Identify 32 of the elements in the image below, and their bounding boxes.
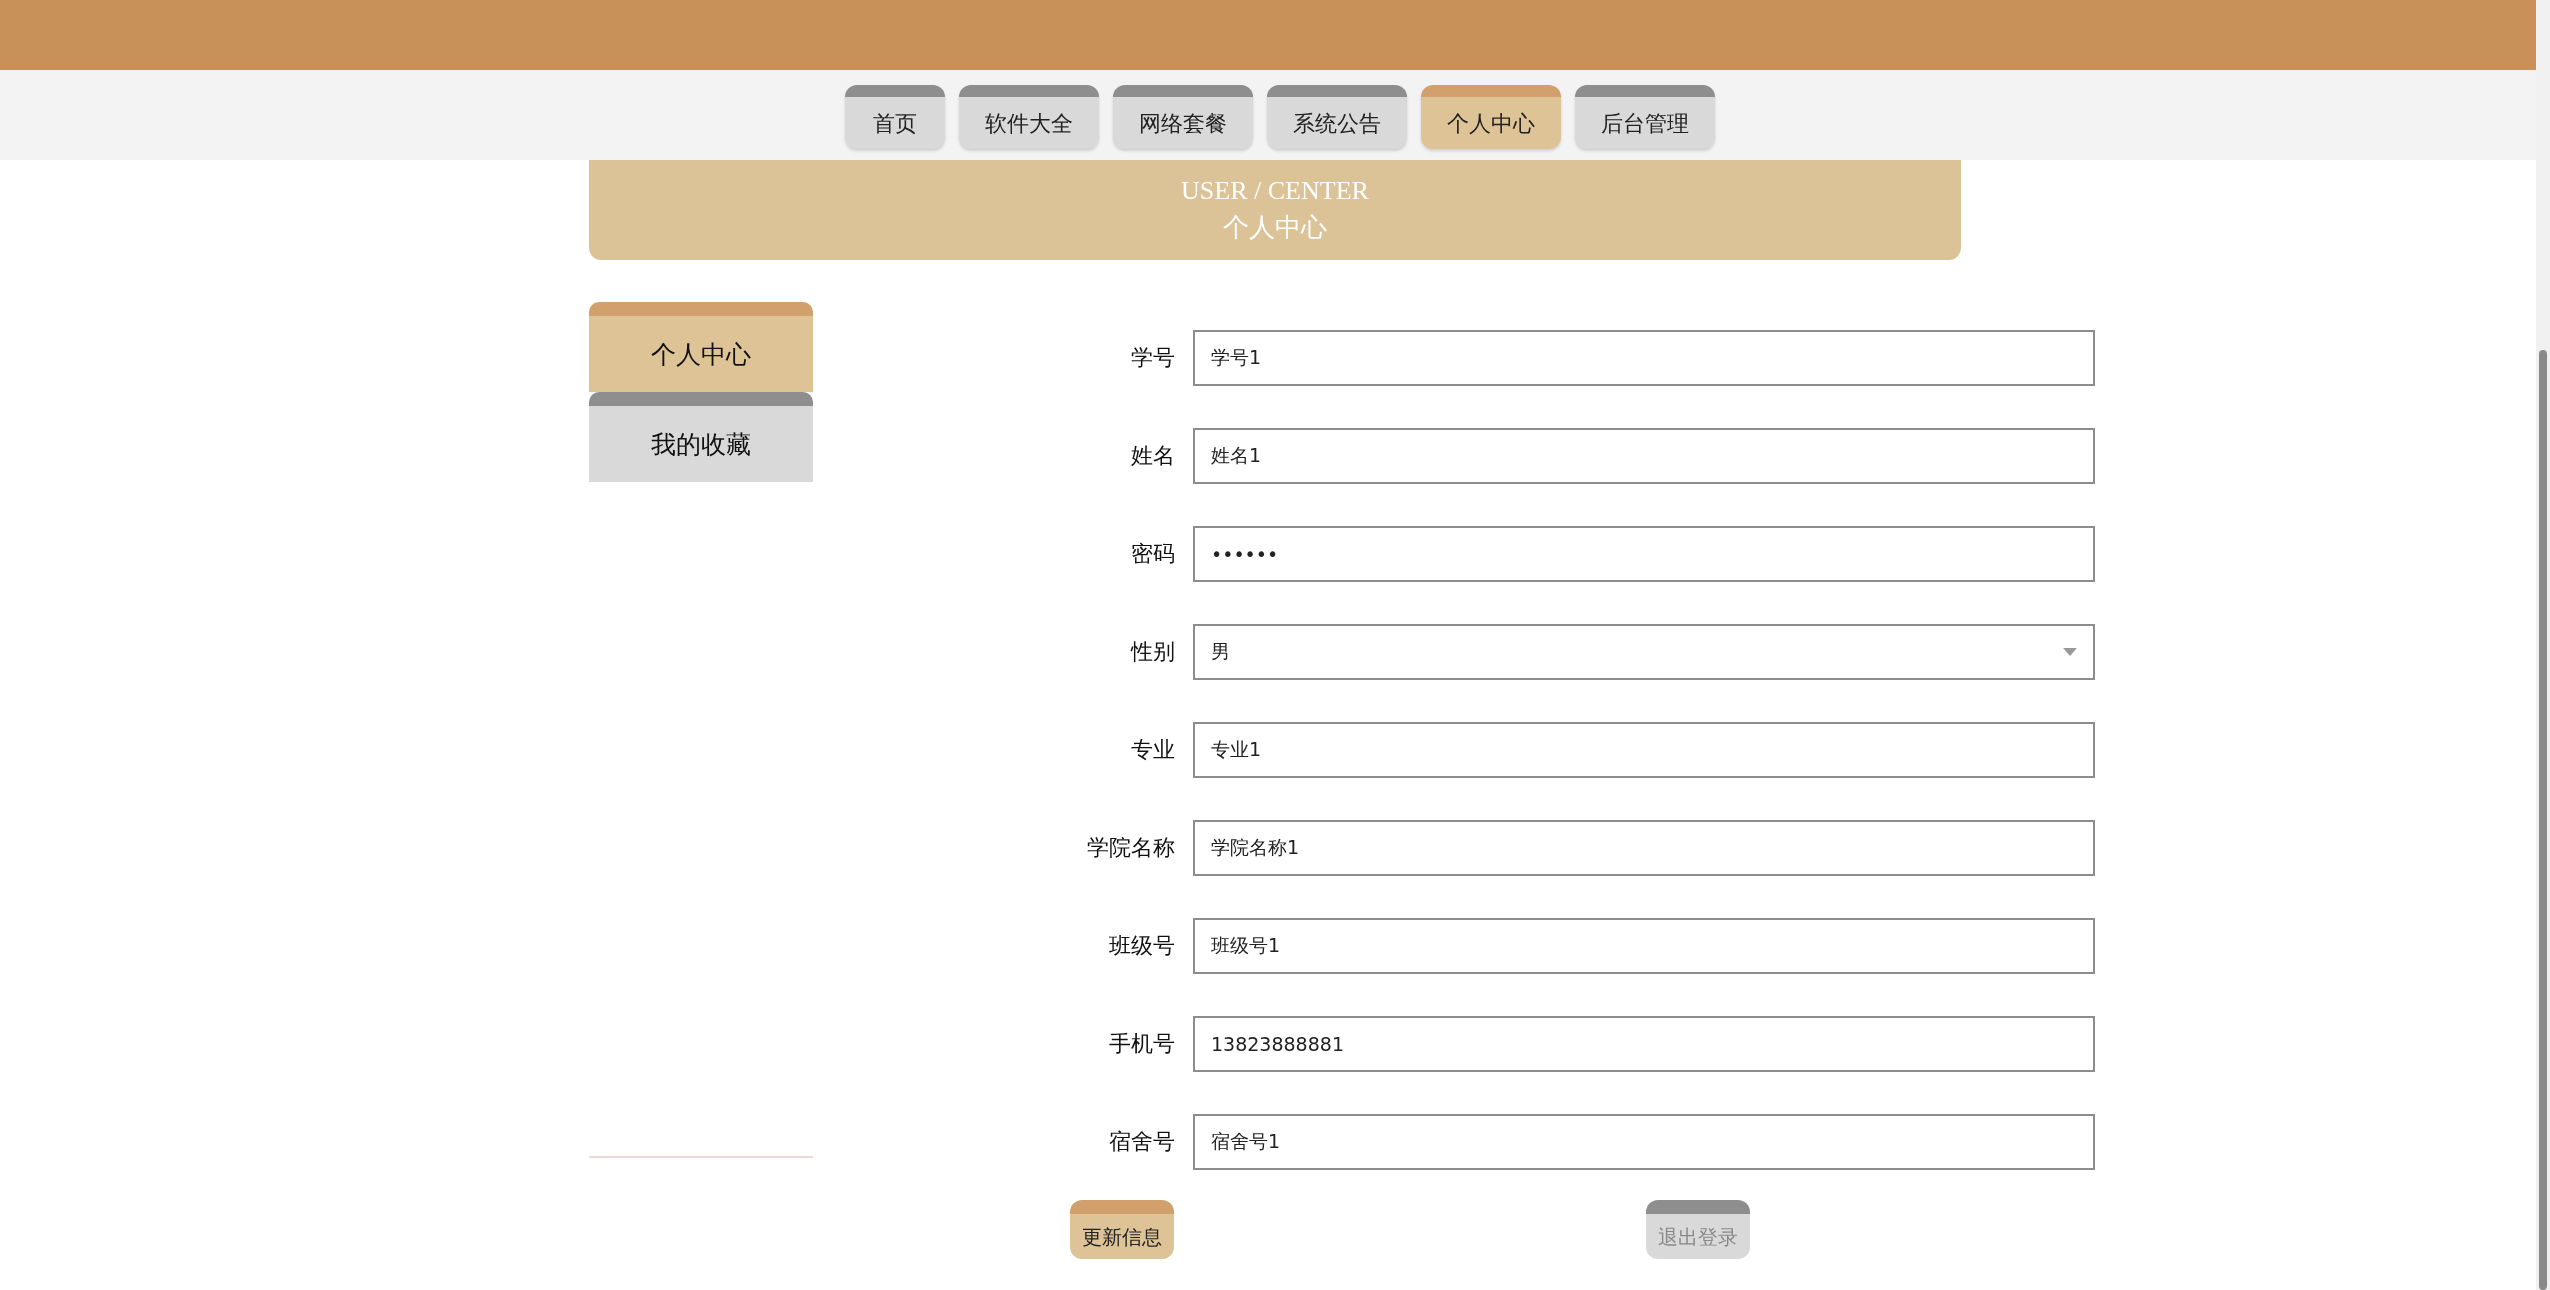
password-field[interactable]: •••••• <box>1193 526 2095 582</box>
nav-tab[interactable]: 系统公告 <box>1267 85 1407 149</box>
input-field[interactable]: 姓名1 <box>1193 428 2095 484</box>
field-label: 学号 <box>1130 344 1176 372</box>
field-label: 手机号 <box>1108 1030 1176 1058</box>
sidebar-item[interactable]: 个人中心 <box>589 302 813 392</box>
nav-tab[interactable]: 网络套餐 <box>1113 85 1253 149</box>
field-label: 密码 <box>1130 540 1176 568</box>
field-label: 姓名 <box>1130 442 1176 470</box>
sidebar-item[interactable]: 我的收藏 <box>589 392 813 482</box>
nav-tab[interactable]: 首页 <box>845 85 945 149</box>
input-field[interactable]: 学号1 <box>1193 330 2095 386</box>
input-field[interactable]: 班级号1 <box>1193 918 2095 974</box>
update-button[interactable]: 更新信息 <box>1070 1200 1174 1259</box>
scrollbar[interactable] <box>2536 0 2550 1290</box>
banner-title: USER / CENTER <box>1181 175 1369 206</box>
nav-tab[interactable]: 个人中心 <box>1421 85 1561 149</box>
select-value: 男 <box>1211 639 1230 664</box>
banner-subtitle: 个人中心 <box>1223 211 1327 244</box>
field-label: 性别 <box>1129 638 1176 666</box>
field-label: 班级号 <box>1108 932 1176 960</box>
nav-tab[interactable]: 软件大全 <box>959 85 1099 149</box>
input-field[interactable]: 宿舍号1 <box>1193 1114 2095 1170</box>
input-field[interactable]: 13823888881 <box>1193 1016 2095 1072</box>
input-field[interactable]: 学院名称1 <box>1193 820 2095 876</box>
field-label: 学院名称 <box>1086 834 1176 862</box>
field-label: 宿舍号 <box>1108 1128 1176 1156</box>
nav-tab[interactable]: 后台管理 <box>1575 85 1715 149</box>
field-label: 专业 <box>1130 736 1176 764</box>
select-field[interactable]: 男 <box>1193 624 2095 680</box>
input-field[interactable]: 专业1 <box>1193 722 2095 778</box>
caret-icon <box>2063 648 2077 656</box>
